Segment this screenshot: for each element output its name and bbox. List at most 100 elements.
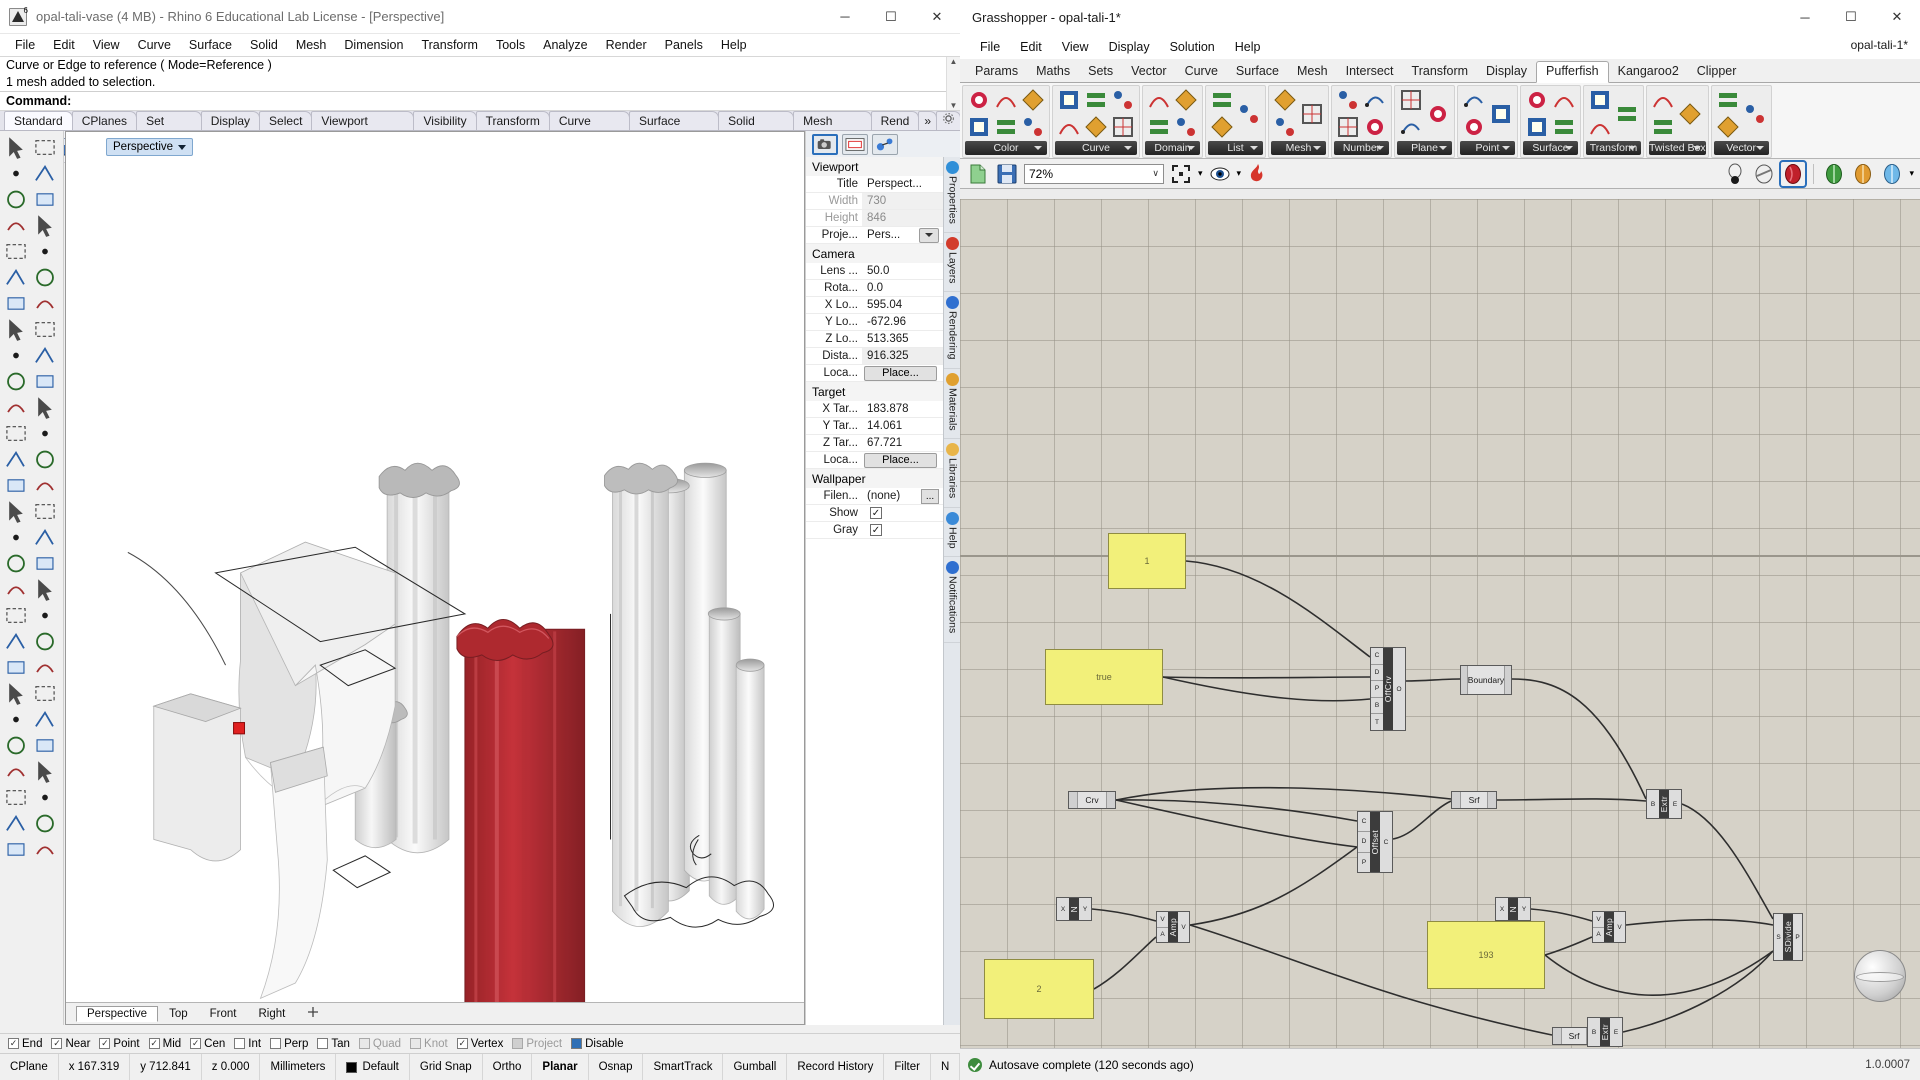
rhino-menu-curve[interactable]: Curve [129,36,180,54]
gh-tab-kangaroo2[interactable]: Kangaroo2 [1609,62,1688,82]
freeform-curve-icon[interactable] [2,291,30,316]
gh-navigator-widget[interactable] [1854,950,1906,1002]
output-port-P[interactable]: P [1793,914,1802,960]
gh-tab-params[interactable]: Params [966,62,1027,82]
rhino-menu-edit[interactable]: Edit [44,36,84,54]
status-units[interactable]: Millimeters [260,1054,336,1080]
gh-menu-edit[interactable]: Edit [1010,37,1052,57]
ribbon-group-label[interactable]: Point [1460,141,1515,155]
rhino-tab-mesh-tools[interactable]: Mesh Tools [793,111,872,130]
rhino-menu-solid[interactable]: Solid [241,36,287,54]
mesh-reduce-icon[interactable] [31,837,59,862]
surface-loft-icon[interactable] [31,317,59,342]
fillet-icon[interactable] [2,499,30,524]
color-wheel-icon[interactable] [1020,114,1046,140]
ribbon-group-label[interactable]: Domain [1145,141,1200,155]
property-value[interactable]: 0.0 [862,282,943,294]
gh-node-srf1[interactable]: Srf [1451,791,1497,809]
chevron-down-icon[interactable] [1187,146,1195,150]
extrude-icon[interactable] [2,473,30,498]
draw-fancy-icon[interactable] [1781,162,1805,186]
node-body[interactable]: Extr [1600,1018,1610,1046]
ellipse-icon[interactable] [2,265,30,290]
rhino-command-prompt[interactable]: Command: [0,92,960,110]
node-body[interactable]: Extr [1659,790,1669,818]
input-port-P[interactable]: P [1358,853,1370,872]
gh-node-crv[interactable]: Crv [1068,791,1116,809]
preview-eye-icon[interactable] [1208,162,1232,186]
node-body[interactable]: SDivide [1783,914,1793,960]
rhino-tab-rend[interactable]: Rend [871,111,920,130]
point-icon[interactable] [2,161,30,186]
chamfer-icon[interactable] [31,499,59,524]
annotate-icon[interactable] [31,785,59,810]
gh-menu-help[interactable]: Help [1225,37,1271,57]
gh-minimize-button[interactable]: ─ [1782,0,1828,34]
layer-color-swatch[interactable] [346,1062,357,1073]
osnap-checkbox[interactable] [270,1038,281,1049]
gh-tab-vector[interactable]: Vector [1122,62,1175,82]
status-toggle-record-history[interactable]: Record History [787,1054,884,1080]
points-multiple-icon[interactable] [31,161,59,186]
output-port-C[interactable]: C [1380,812,1392,872]
chevron-down-icon[interactable] [919,228,939,243]
domain-bar-icon[interactable] [1146,87,1172,113]
cone-icon[interactable] [31,395,59,420]
gh-menu-solution[interactable]: Solution [1160,37,1225,57]
helix-icon[interactable] [31,291,59,316]
leader-icon[interactable] [31,733,59,758]
output-port-E[interactable]: E [1610,1018,1622,1046]
input-port-C[interactable]: C [1371,648,1383,665]
input-port-P[interactable]: P [1371,681,1383,698]
rhino-tab-standard[interactable]: Standard [4,111,73,130]
block-icon[interactable] [2,785,30,810]
rhino-menu-mesh[interactable]: Mesh [287,36,336,54]
twistedbox-build-icon[interactable] [1650,87,1676,113]
status-toggle-ortho[interactable]: Ortho [483,1054,533,1080]
chevron-down-icon[interactable] [1502,146,1510,150]
osnap-checkbox[interactable]: ✓ [8,1038,19,1049]
chevron-down-icon[interactable] [1376,146,1384,150]
rhino-tabs-overflow-icon[interactable]: » [918,111,937,130]
rhino-menu-tools[interactable]: Tools [487,36,534,54]
number-round-icon[interactable] [1362,87,1388,113]
status-layer[interactable]: Default [336,1054,409,1080]
osnap-mid[interactable]: ✓Mid [149,1038,182,1050]
rhino-tab-set-view[interactable]: Set View [136,111,202,130]
arc-icon[interactable] [2,213,30,238]
join-icon[interactable] [2,551,30,576]
chevron-down-icon[interactable] [1565,146,1573,150]
osnap-disable[interactable]: Disable [571,1038,623,1050]
node-body[interactable]: Amp [1168,912,1178,942]
offset-icon[interactable] [31,473,59,498]
gh-node-amp1[interactable]: VAAmpV [1156,911,1190,943]
gh-tab-pufferfish[interactable]: Pufferfish [1536,61,1609,83]
output-port-Y[interactable]: Y [1079,898,1091,920]
gh-tab-mesh[interactable]: Mesh [1288,62,1337,82]
input-port-B[interactable]: B [1588,1018,1600,1046]
boolean-difference-icon[interactable] [31,447,59,472]
viewport-tab-front[interactable]: Front [199,1006,248,1022]
list-graft-icon[interactable] [1236,101,1262,127]
rhino-menu-dimension[interactable]: Dimension [335,36,412,54]
viewport-properties-icon[interactable] [842,134,868,155]
property-value[interactable]: 595.04 [862,299,943,311]
gh-tab-sets[interactable]: Sets [1079,62,1122,82]
analyze-angle-icon[interactable] [31,811,59,836]
camera-properties-icon[interactable] [812,134,838,155]
curve-rebuild-icon[interactable] [1110,114,1136,140]
output-port-V[interactable]: V [1178,912,1189,942]
rhino-menu-file[interactable]: File [6,36,44,54]
gh-tab-clipper[interactable]: Clipper [1688,62,1746,82]
scale-icon[interactable] [2,629,30,654]
array-polar-icon[interactable] [31,655,59,680]
explode-icon[interactable] [31,551,59,576]
param-input-port[interactable] [1452,792,1461,808]
mirror-icon[interactable] [31,629,59,654]
select-window-icon[interactable] [31,135,59,160]
gh-close-button[interactable]: ✕ [1874,0,1920,34]
rebuild-icon[interactable] [2,577,30,602]
rhino-tabs-options-gear-icon[interactable] [936,111,961,130]
gh-canvas[interactable]: 1trueCDPBTOffCrvOBoundaryCrvCDPOffsetCSr… [960,199,1920,1048]
color-blend-icon[interactable] [993,87,1019,113]
